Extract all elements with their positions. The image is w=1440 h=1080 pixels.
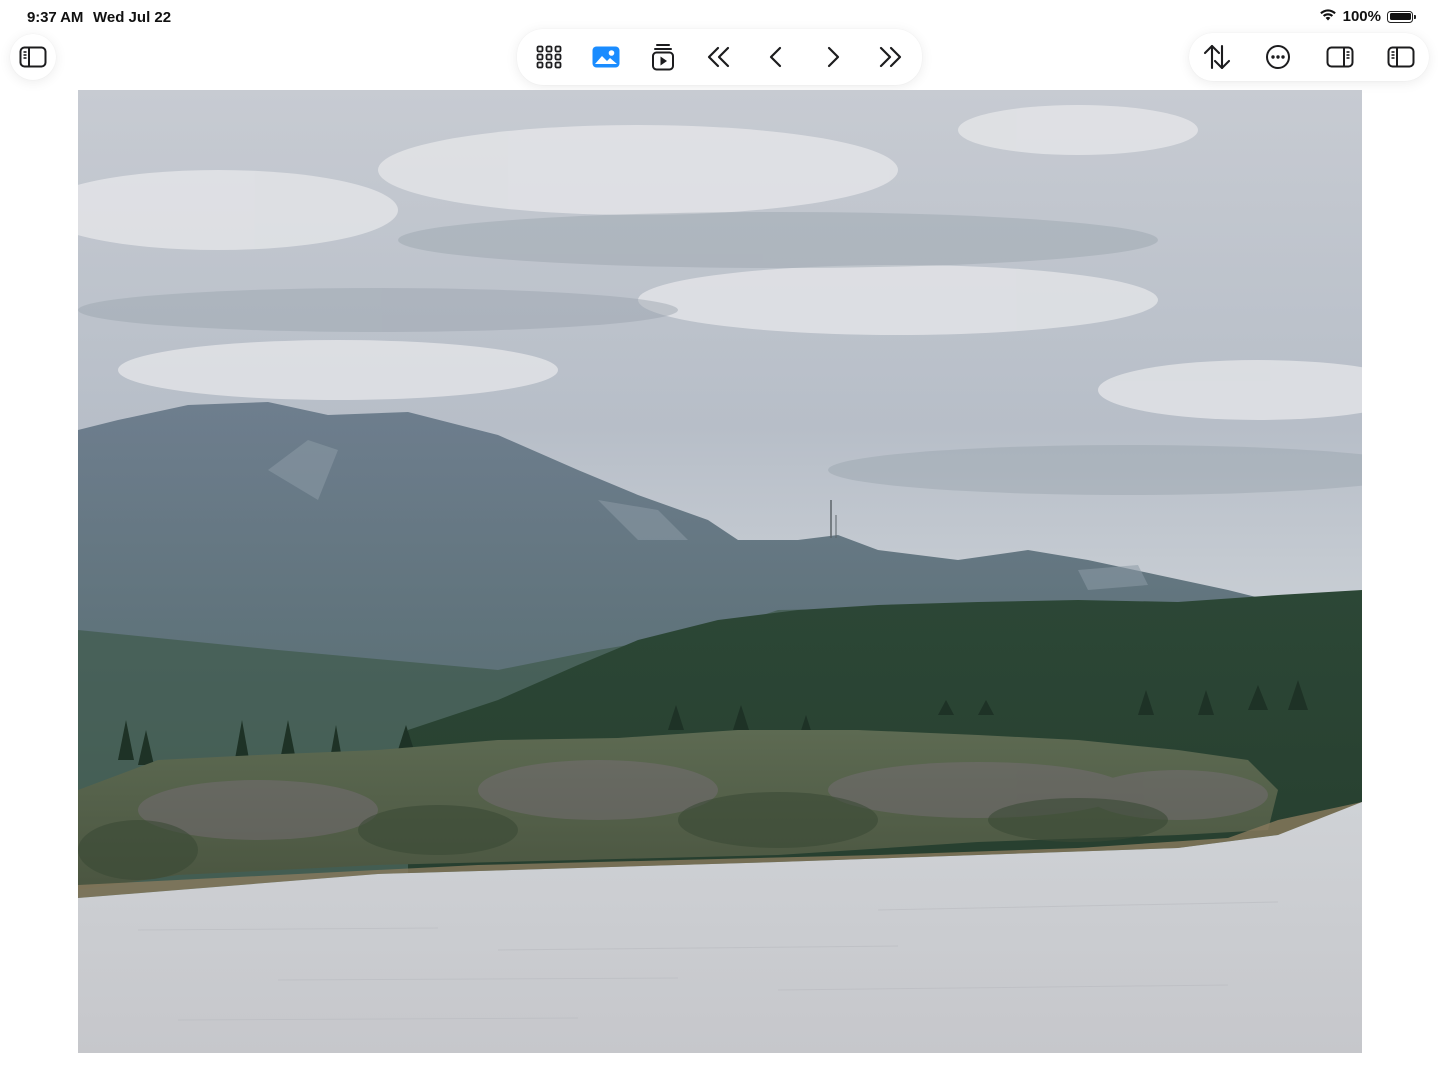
more-options-button[interactable] (1256, 35, 1300, 79)
last-page-button[interactable] (868, 35, 912, 79)
photo-icon (592, 46, 620, 68)
more-icon (1265, 44, 1291, 70)
right-toolbar (1189, 33, 1429, 81)
thumbnails-toggle-button[interactable] (1379, 35, 1423, 79)
sidebar-toggle-button[interactable] (11, 35, 55, 79)
last-page-icon (877, 46, 903, 68)
grid-icon (536, 45, 562, 69)
sort-icon (1203, 44, 1231, 70)
slideshow-icon (651, 43, 675, 71)
next-page-button[interactable] (811, 35, 855, 79)
previous-page-icon (769, 46, 783, 68)
status-date: Wed Jul 22 (93, 9, 172, 26)
sidebar-right-icon (1326, 46, 1354, 68)
status-time: 9:37 AM (27, 9, 84, 26)
left-toolbar (10, 34, 56, 80)
previous-page-button[interactable] (754, 35, 798, 79)
landscape-photo (78, 90, 1362, 1053)
inspector-toggle-button[interactable] (1318, 35, 1362, 79)
battery-percent: 100% (1342, 8, 1381, 25)
first-page-icon (706, 46, 732, 68)
slideshow-button[interactable] (641, 35, 685, 79)
battery-icon (1387, 10, 1416, 23)
sidebar-left-icon (19, 46, 47, 68)
photo-viewer[interactable] (78, 90, 1362, 1053)
first-page-button[interactable] (697, 35, 741, 79)
status-indicators: 100% (1319, 8, 1416, 25)
center-toolbar (517, 29, 922, 85)
grid-view-button[interactable] (527, 35, 571, 79)
sort-button[interactable] (1195, 35, 1239, 79)
single-photo-view-button[interactable] (584, 35, 628, 79)
next-page-icon (826, 46, 840, 68)
wifi-icon (1319, 8, 1337, 25)
sidebar-left-icon (1387, 46, 1415, 68)
